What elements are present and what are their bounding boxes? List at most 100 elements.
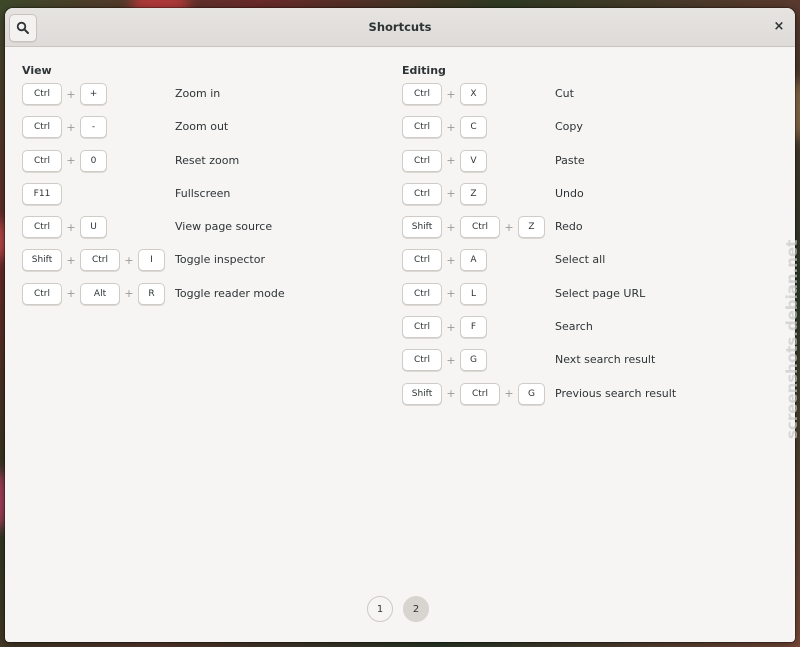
shortcut-description: Undo <box>555 186 584 200</box>
shortcut-keys: Ctrl + A <box>402 248 487 272</box>
watermark-text: screenshots.debian.net <box>783 239 800 439</box>
page-switcher: 12 <box>367 596 429 622</box>
window-title: Shortcuts <box>368 20 432 34</box>
page-button-2[interactable]: 2 <box>403 596 429 622</box>
shortcut-description: Paste <box>555 153 585 167</box>
section-title-editing: Editing <box>402 64 446 77</box>
shortcut-row: Shift + Ctrl + I Toggle inspector <box>22 248 265 281</box>
shortcut-row: Ctrl + L Select page URL <box>402 282 645 315</box>
search-icon <box>16 21 29 34</box>
keycap: Shift <box>402 216 442 239</box>
shortcut-description: Cut <box>555 87 574 100</box>
shortcut-row: Ctrl + Z Undo <box>402 182 584 215</box>
plus-separator: + <box>504 387 514 401</box>
keycap: Ctrl <box>402 282 442 305</box>
keycap: Ctrl <box>402 249 442 272</box>
shortcut-keys: Ctrl + G <box>402 348 487 372</box>
shortcut-keys: Shift + Ctrl + G <box>402 382 545 406</box>
keycap: Ctrl <box>22 149 62 172</box>
shortcut-keys: Ctrl + F <box>402 315 487 339</box>
shortcut-row: Ctrl + A Select all <box>402 248 605 281</box>
shortcut-row: Ctrl + C Copy <box>402 115 583 148</box>
keycap: Ctrl <box>22 83 62 105</box>
keycap: Shift <box>402 382 442 405</box>
keycap: I <box>138 249 165 272</box>
shortcut-keys: Ctrl + V <box>402 149 487 173</box>
watermark: screenshots.debian.net <box>782 200 800 455</box>
shortcut-description: Zoom out <box>175 120 229 134</box>
shortcut-row: Ctrl + V Paste <box>402 149 585 182</box>
plus-separator: + <box>446 287 456 301</box>
plus-separator: + <box>66 154 76 168</box>
plus-separator: + <box>66 287 76 301</box>
keycap: Ctrl <box>80 249 120 272</box>
keycap: Ctrl <box>402 83 442 105</box>
keycap: C <box>460 116 487 139</box>
plus-separator: + <box>124 287 134 301</box>
keycap: Ctrl <box>460 216 500 239</box>
shortcut-row: Ctrl + X Cut <box>402 82 574 115</box>
shortcut-keys: Ctrl + Alt + R <box>22 282 165 306</box>
keycap: Ctrl <box>402 116 442 139</box>
shortcut-keys: Ctrl + C <box>402 115 487 139</box>
keycap: V <box>460 149 487 172</box>
plus-separator: + <box>446 154 456 168</box>
shortcut-description: Previous search result <box>555 386 677 400</box>
shortcut-description: Toggle inspector <box>175 253 265 267</box>
keycap: U <box>80 216 107 239</box>
shortcut-row: Shift + Ctrl + G Previous search result <box>402 382 676 415</box>
section-title-view: View <box>22 64 52 77</box>
keycap: G <box>518 382 545 405</box>
shortcut-description: Next search result <box>555 353 656 367</box>
shortcut-row: Ctrl + F Search <box>402 315 593 348</box>
shortcut-description: View page source <box>175 220 273 234</box>
shortcut-keys: Ctrl + U <box>22 215 107 239</box>
shortcut-description: Search <box>555 320 593 334</box>
shortcut-description: Toggle reader mode <box>175 286 285 300</box>
keycap: Ctrl <box>22 216 62 239</box>
search-button[interactable] <box>9 14 37 42</box>
shortcut-row: Ctrl +0 Reset zoom <box>22 149 239 182</box>
keycap: Ctrl <box>402 349 442 372</box>
shortcut-keys: Ctrl + L <box>402 282 487 306</box>
shortcut-description: Redo <box>555 220 583 234</box>
shortcut-row: Ctrl + - Zoom out <box>22 115 228 148</box>
shortcut-description: Select page URL <box>555 286 646 300</box>
shortcut-keys: Ctrl + - <box>22 115 107 139</box>
shortcut-keys: Shift + Ctrl + Z <box>402 215 545 239</box>
shortcuts-window: Shortcuts × View Ctrl + + Zoom in Ctrl + - Zoom… <box>5 8 795 642</box>
keycap: + <box>80 83 107 105</box>
plus-separator: + <box>504 220 514 234</box>
keycap: 0 <box>80 149 107 172</box>
editing-section: Editing Ctrl + X Cut Ctrl + C Copy Ctrl + V Paste Ct… <box>402 64 676 415</box>
shortcut-row: F11 Fullscreen <box>22 182 230 215</box>
shortcut-description: Copy <box>555 120 583 134</box>
plus-separator: + <box>446 87 456 101</box>
plus-separator: + <box>66 120 76 134</box>
shortcut-row: Ctrl + U View page source <box>22 215 272 248</box>
plus-separator: + <box>446 387 456 401</box>
plus-separator: + <box>66 253 76 267</box>
plus-separator: + <box>446 120 456 134</box>
close-button[interactable]: × <box>769 17 789 37</box>
shortcut-keys: Shift + Ctrl + I <box>22 248 165 272</box>
shortcut-keys: Ctrl + Z <box>402 182 487 206</box>
close-icon: × <box>773 19 785 34</box>
shortcut-row: Shift + Ctrl + Z Redo <box>402 215 583 248</box>
shortcut-row: Ctrl + + Zoom in <box>22 82 220 115</box>
keycap: Ctrl <box>22 282 62 305</box>
view-section: View Ctrl + + Zoom in Ctrl + - Zoom out Ctrl +0 Re… <box>22 64 285 315</box>
keycap: Ctrl <box>402 149 442 172</box>
shortcut-row: Ctrl + G Next search result <box>402 348 655 381</box>
keycap: Z <box>518 216 545 239</box>
shortcut-keys: Ctrl + X <box>402 82 487 106</box>
page-button-1[interactable]: 1 <box>367 596 393 622</box>
keycap: Alt <box>80 282 120 305</box>
plus-separator: + <box>446 253 456 267</box>
shortcut-keys: Ctrl +0 <box>22 149 107 173</box>
shortcut-row: Ctrl + Alt + R Toggle reader mode <box>22 282 285 315</box>
header-bar: Shortcuts × <box>5 8 795 47</box>
shortcut-description: Fullscreen <box>175 186 231 200</box>
keycap: Shift <box>22 249 62 272</box>
shortcut-keys: Ctrl + + <box>22 82 107 106</box>
